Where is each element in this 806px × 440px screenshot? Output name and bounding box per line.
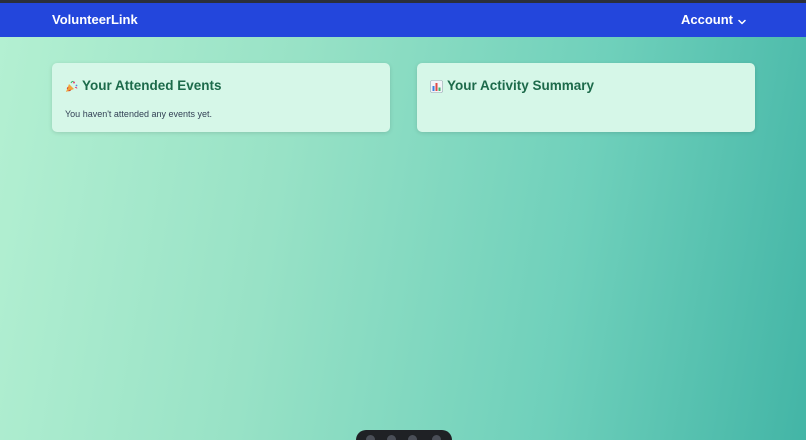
- attended-events-title-row: Your Attended Events: [65, 77, 222, 95]
- chevron-down-icon: [738, 19, 746, 24]
- dock-item[interactable]: [432, 435, 441, 440]
- attended-events-card: Your Attended Events You haven't attende…: [52, 63, 390, 132]
- dock-item[interactable]: [366, 435, 375, 440]
- bar-chart-icon: [430, 79, 443, 93]
- activity-summary-card: Your Activity Summary: [417, 63, 755, 132]
- account-menu-button[interactable]: Account: [681, 11, 746, 29]
- dock-item[interactable]: [408, 435, 417, 440]
- party-popper-icon: [66, 80, 78, 92]
- activity-summary-title-row: Your Activity Summary: [430, 77, 594, 95]
- account-label: Account: [681, 12, 733, 27]
- attended-events-empty-text: You haven't attended any events yet.: [65, 109, 212, 119]
- top-navbar: VolunteerLink Account: [0, 3, 806, 37]
- dock-item[interactable]: [387, 435, 396, 440]
- brand-logo-link[interactable]: VolunteerLink: [52, 11, 138, 29]
- attended-events-title: Your Attended Events: [82, 78, 222, 93]
- activity-summary-title: Your Activity Summary: [447, 78, 595, 93]
- floating-dock[interactable]: [356, 430, 452, 440]
